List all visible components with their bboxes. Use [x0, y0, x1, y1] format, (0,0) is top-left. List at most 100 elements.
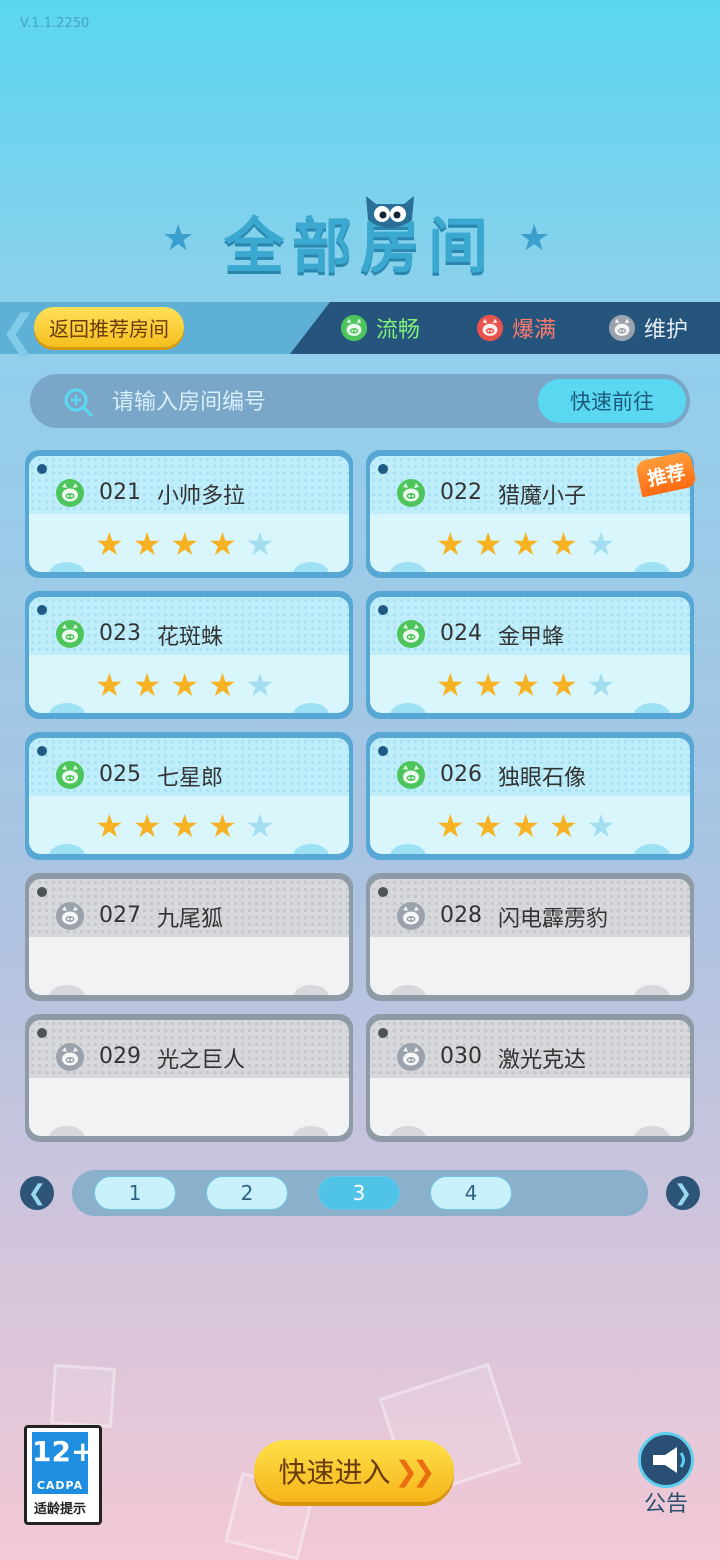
star-icon: ★: [586, 807, 616, 845]
room-rating: ★ ★ ★ ★ ★: [95, 528, 274, 560]
room-name: 小帅多拉: [157, 484, 246, 509]
age-rating-org: CADPA: [36, 1479, 84, 1492]
page-button[interactable]: 1: [94, 1176, 176, 1210]
star-icon: ★: [586, 525, 616, 563]
star-icon: ★: [170, 525, 200, 563]
room-number: 030: [440, 1044, 482, 1069]
quick-enter-button[interactable]: 快速进入 ❯❯: [254, 1440, 454, 1502]
star-icon: ★: [95, 525, 124, 563]
star-icon: ★: [208, 525, 237, 563]
pig-status-icon: [397, 479, 425, 507]
room-card[interactable]: 030 激光克达: [366, 1014, 694, 1142]
room-card[interactable]: 021 小帅多拉 ★ ★ ★ ★ ★: [25, 450, 353, 578]
star-icon: ★: [95, 807, 124, 845]
notice-button-label[interactable]: 公告: [636, 1486, 696, 1518]
back-to-recommended-button[interactable]: 返回推荐房间: [34, 307, 184, 347]
star-icon: ★: [586, 666, 616, 704]
room-name: 九尾狐: [157, 907, 224, 932]
pig-status-icon: [397, 761, 425, 789]
page-button[interactable]: 4: [430, 1176, 512, 1210]
age-rating-label: 适龄提示: [33, 1502, 86, 1517]
room-name: 七星郎: [157, 766, 224, 791]
room-number: 026: [440, 762, 482, 787]
age-rating-badge[interactable]: 12+ CADPA 适龄提示: [24, 1425, 102, 1525]
page-button[interactable]: 3: [318, 1176, 400, 1210]
legend-item: 爆满: [476, 312, 556, 344]
room-card[interactable]: 028 闪电霹雳豹: [366, 873, 694, 1001]
room-card[interactable]: 024 金甲蜂 ★ ★ ★ ★ ★: [366, 591, 694, 719]
card-dot: [37, 887, 47, 897]
search-icon: [64, 388, 93, 417]
card-dot: [378, 746, 388, 756]
star-icon: ★: [95, 666, 124, 704]
star-icon: ★: [511, 807, 541, 845]
star-icon: ★: [436, 525, 465, 563]
room-rating: ★ ★ ★ ★ ★: [436, 669, 615, 701]
star-icon: ★: [245, 525, 275, 563]
pig-status-icon: [56, 902, 84, 930]
star-icon: ★: [511, 525, 541, 563]
version-label: V.1.1.2250: [20, 16, 90, 31]
pig-status-icon: [397, 1043, 425, 1071]
room-number: 021: [99, 480, 141, 505]
star-icon: ★: [208, 666, 237, 704]
star-icon: ★: [549, 807, 578, 845]
star-icon: ★: [208, 807, 237, 845]
room-number-input[interactable]: [110, 378, 514, 426]
star-icon: ★: [132, 807, 162, 845]
double-chevron-icon: ❯❯: [394, 1454, 436, 1488]
megaphone-icon[interactable]: [638, 1432, 694, 1488]
pig-status-icon: [56, 479, 84, 507]
star-icon: ★: [549, 666, 578, 704]
card-dot: [37, 746, 47, 756]
star-icon: ★: [549, 525, 578, 563]
card-dot: [37, 1028, 47, 1038]
room-name: 闪电霹雳豹: [498, 907, 609, 932]
mascot-icon: [366, 196, 414, 228]
legend-item: 流畅: [340, 312, 420, 344]
pig-status-icon: [56, 761, 84, 789]
legend-label: 爆满: [512, 318, 557, 343]
card-dot: [37, 605, 47, 615]
pig-status-icon: [397, 902, 425, 930]
star-icon: ★: [170, 807, 200, 845]
age-rating-value: 12+: [32, 1435, 95, 1468]
room-card[interactable]: 026 独眼石像 ★ ★ ★ ★ ★: [366, 732, 694, 860]
card-dot: [37, 464, 47, 474]
star-icon: ★: [473, 525, 503, 563]
room-card[interactable]: 023 花斑蛛 ★ ★ ★ ★ ★: [25, 591, 353, 719]
pig-status-icon: [476, 314, 504, 342]
background-decoration: [49, 1363, 117, 1429]
back-chevron-icon: ❮: [0, 306, 37, 357]
page-button[interactable]: 2: [206, 1176, 288, 1210]
room-card[interactable]: 029 光之巨人: [25, 1014, 353, 1142]
room-rating: ★ ★ ★ ★ ★: [436, 810, 615, 842]
room-number: 025: [99, 762, 141, 787]
prev-page-button[interactable]: ❮: [20, 1176, 54, 1210]
legend-item: 维护: [608, 312, 688, 344]
next-page-button[interactable]: ❯: [666, 1176, 700, 1210]
star-icon: ★: [245, 807, 275, 845]
room-rating: ★ ★ ★ ★ ★: [95, 669, 274, 701]
star-icon: ★: [132, 666, 162, 704]
star-icon: ★: [473, 666, 503, 704]
room-name: 独眼石像: [498, 766, 587, 791]
room-rating: ★ ★ ★ ★ ★: [95, 810, 274, 842]
room-number: 028: [440, 903, 482, 928]
legend-label: 维护: [644, 318, 689, 343]
card-dot: [378, 464, 388, 474]
room-name: 激光克达: [498, 1048, 587, 1073]
star-icon: ★: [436, 666, 465, 704]
legend-label: 流畅: [376, 318, 421, 343]
room-card[interactable]: 025 七星郎 ★ ★ ★ ★ ★: [25, 732, 353, 860]
star-icon: ★: [245, 666, 275, 704]
star-icon: ★: [436, 807, 465, 845]
room-card[interactable]: 027 九尾狐: [25, 873, 353, 1001]
pig-status-icon: [340, 314, 368, 342]
page-title: 全部房间: [224, 212, 496, 282]
quick-go-button[interactable]: 快速前往: [538, 379, 686, 423]
card-dot: [378, 887, 388, 897]
room-name: 猎魔小子: [498, 484, 587, 509]
card-dot: [378, 1028, 388, 1038]
pig-status-icon: [56, 620, 84, 648]
